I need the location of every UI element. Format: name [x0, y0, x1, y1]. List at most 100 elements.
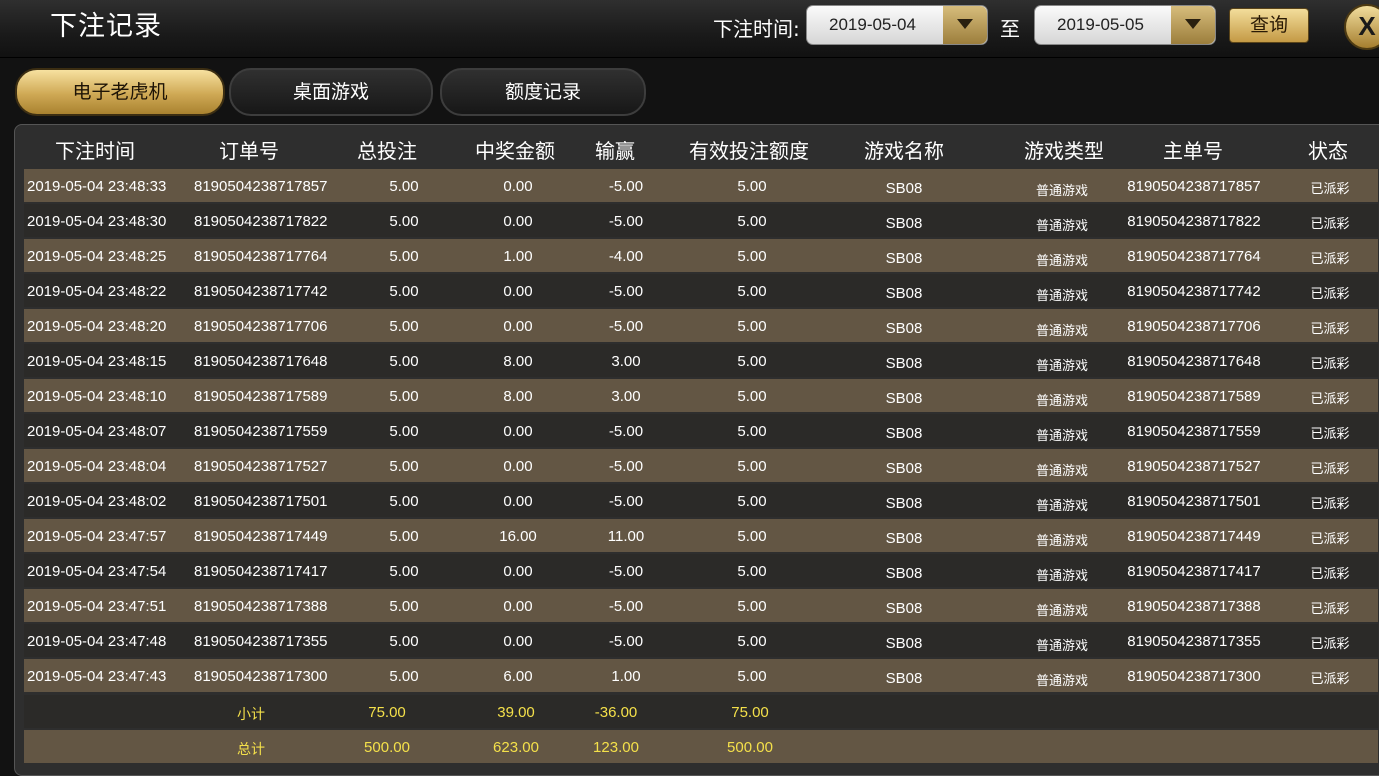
total-bet-cell: 5.00 — [389, 283, 419, 300]
records-panel: 下注时间 订单号 总投注 中奖金额 输赢 有效投注额度 游戏名称 游戏类型 主单… — [14, 124, 1379, 776]
win-amount-cell: 0.00 — [503, 458, 533, 475]
win-amount-cell: 0.00 — [503, 633, 533, 650]
win-amount-cell: 16.00 — [499, 528, 537, 545]
win-amount-cell: 0.00 — [503, 213, 533, 230]
total-bet-cell: 5.00 — [389, 458, 419, 475]
column-header: 状态 — [1308, 139, 1348, 163]
game-name-cell: SB08 — [885, 565, 923, 582]
master-no-cell: 8190504238717449 — [1127, 528, 1261, 545]
order-no-cell: 8190504238717527 — [194, 458, 328, 475]
total-bet-cell: 5.00 — [389, 423, 419, 440]
start-date-select[interactable]: 2019-05-04 — [806, 5, 988, 45]
status-cell: 已派彩 — [1310, 252, 1350, 267]
master-no-cell: 8190504238717300 — [1127, 668, 1261, 685]
subtotal-win: 39.00 — [497, 704, 535, 721]
total-bet-cell: 5.00 — [389, 213, 419, 230]
table-row: 2019-05-04 23:48:20 8190504238717706 5.00 0… — [24, 309, 1378, 342]
valid-bet-cell: 5.00 — [737, 248, 767, 265]
master-no-cell: 8190504238717527 — [1127, 458, 1261, 475]
column-header: 中奖金额 — [475, 139, 555, 163]
win-amount-cell: 8.00 — [503, 388, 533, 405]
total-bet-cell: 5.00 — [389, 388, 419, 405]
game-type-cell: 普通游戏 — [1035, 394, 1089, 409]
chevron-down-icon[interactable] — [1171, 6, 1215, 44]
status-cell: 已派彩 — [1310, 392, 1350, 407]
subtotal-valid-bet: 75.00 — [731, 704, 769, 721]
tab-slot-machine[interactable]: 电子老虎机 — [15, 68, 225, 116]
valid-bet-cell: 5.00 — [737, 458, 767, 475]
game-type-cell: 普通游戏 — [1035, 429, 1089, 444]
game-type-cell: 普通游戏 — [1035, 254, 1089, 269]
order-no-cell: 8190504238717857 — [194, 178, 328, 195]
total-bet-cell: 5.00 — [389, 318, 419, 335]
game-name-cell: SB08 — [885, 600, 923, 617]
tab-table-games[interactable]: 桌面游戏 — [229, 68, 433, 116]
order-no-cell: 8190504238717706 — [194, 318, 328, 335]
net-cell: -5.00 — [608, 213, 644, 230]
total-row: 总计 500.00 623.00 123.00 500.00 — [24, 730, 1378, 763]
top-bar: 下注记录 下注时间: 2019-05-04 至 2019-05-05 查询 X — [0, 0, 1379, 58]
status-cell: 已派彩 — [1310, 602, 1350, 617]
net-cell: -5.00 — [608, 178, 644, 195]
valid-bet-cell: 5.00 — [737, 528, 767, 545]
total-bet-cell: 5.00 — [389, 668, 419, 685]
game-name-cell: SB08 — [885, 460, 923, 477]
subtotal-net: -36.00 — [594, 704, 638, 721]
end-date-select[interactable]: 2019-05-05 — [1034, 5, 1216, 45]
total-bet-cell: 5.00 — [389, 563, 419, 580]
bet-time-cell: 2019-05-04 23:47:43 — [27, 668, 167, 685]
game-type-cell: 普通游戏 — [1035, 499, 1089, 514]
table-row: 2019-05-04 23:47:43 8190504238717300 5.00 6… — [24, 659, 1378, 692]
total-bet-cell: 5.00 — [389, 248, 419, 265]
status-cell: 已派彩 — [1310, 182, 1350, 197]
bet-time-cell: 2019-05-04 23:48:33 — [27, 178, 167, 195]
game-name-cell: SB08 — [885, 635, 923, 652]
table-row: 2019-05-04 23:48:02 8190504238717501 5.00 0… — [24, 484, 1378, 517]
master-no-cell: 8190504238717648 — [1127, 353, 1261, 370]
master-no-cell: 8190504238717822 — [1127, 213, 1261, 230]
net-cell: -5.00 — [608, 458, 644, 475]
bet-time-cell: 2019-05-04 23:48:22 — [27, 283, 167, 300]
bet-time-cell: 2019-05-04 23:48:07 — [27, 423, 167, 440]
net-cell: -5.00 — [608, 493, 644, 510]
order-no-cell: 8190504238717559 — [194, 423, 328, 440]
valid-bet-cell: 5.00 — [737, 493, 767, 510]
net-cell: -5.00 — [608, 423, 644, 440]
column-header: 输赢 — [595, 139, 635, 163]
bet-time-cell: 2019-05-04 23:47:48 — [27, 633, 167, 650]
close-button[interactable]: X — [1344, 4, 1379, 50]
table-row: 2019-05-04 23:48:30 8190504238717822 5.00 0… — [24, 204, 1378, 237]
column-header: 总投注 — [357, 139, 417, 163]
valid-bet-cell: 5.00 — [737, 213, 767, 230]
valid-bet-cell: 5.00 — [737, 178, 767, 195]
query-button[interactable]: 查询 — [1229, 8, 1309, 43]
table-row: 2019-05-04 23:48:15 8190504238717648 5.00 8… — [24, 344, 1378, 377]
status-cell: 已派彩 — [1310, 322, 1350, 337]
total-bet-cell: 5.00 — [389, 493, 419, 510]
total-bet-cell: 5.00 — [389, 528, 419, 545]
bet-time-cell: 2019-05-04 23:47:51 — [27, 598, 167, 615]
bet-time-cell: 2019-05-04 23:48:15 — [27, 353, 167, 370]
table-row: 2019-05-04 23:48:22 8190504238717742 5.00 0… — [24, 274, 1378, 307]
chevron-down-icon[interactable] — [943, 6, 987, 44]
status-cell: 已派彩 — [1310, 532, 1350, 547]
valid-bet-cell: 5.00 — [737, 283, 767, 300]
valid-bet-cell: 5.00 — [737, 353, 767, 370]
game-type-cell: 普通游戏 — [1035, 604, 1089, 619]
column-header: 有效投注额度 — [689, 139, 809, 163]
order-no-cell: 8190504238717417 — [194, 563, 328, 580]
bet-time-cell: 2019-05-04 23:47:54 — [27, 563, 167, 580]
subtotal-label: 小计 — [237, 707, 265, 723]
table-header: 下注时间 订单号 总投注 中奖金额 输赢 有效投注额度 游戏名称 游戏类型 主单… — [15, 125, 1379, 169]
bet-time-cell: 2019-05-04 23:48:30 — [27, 213, 167, 230]
master-no-cell: 8190504238717706 — [1127, 318, 1261, 335]
bet-time-cell: 2019-05-04 23:48:04 — [27, 458, 167, 475]
net-cell: -5.00 — [608, 318, 644, 335]
game-type-cell: 普通游戏 — [1035, 464, 1089, 479]
valid-bet-cell: 5.00 — [737, 598, 767, 615]
tab-credit-records[interactable]: 额度记录 — [440, 68, 646, 116]
table-row: 2019-05-04 23:48:07 8190504238717559 5.00 0… — [24, 414, 1378, 447]
table-row: 2019-05-04 23:47:54 8190504238717417 5.00 0… — [24, 554, 1378, 587]
game-type-cell: 普通游戏 — [1035, 184, 1089, 199]
net-cell: -5.00 — [608, 563, 644, 580]
